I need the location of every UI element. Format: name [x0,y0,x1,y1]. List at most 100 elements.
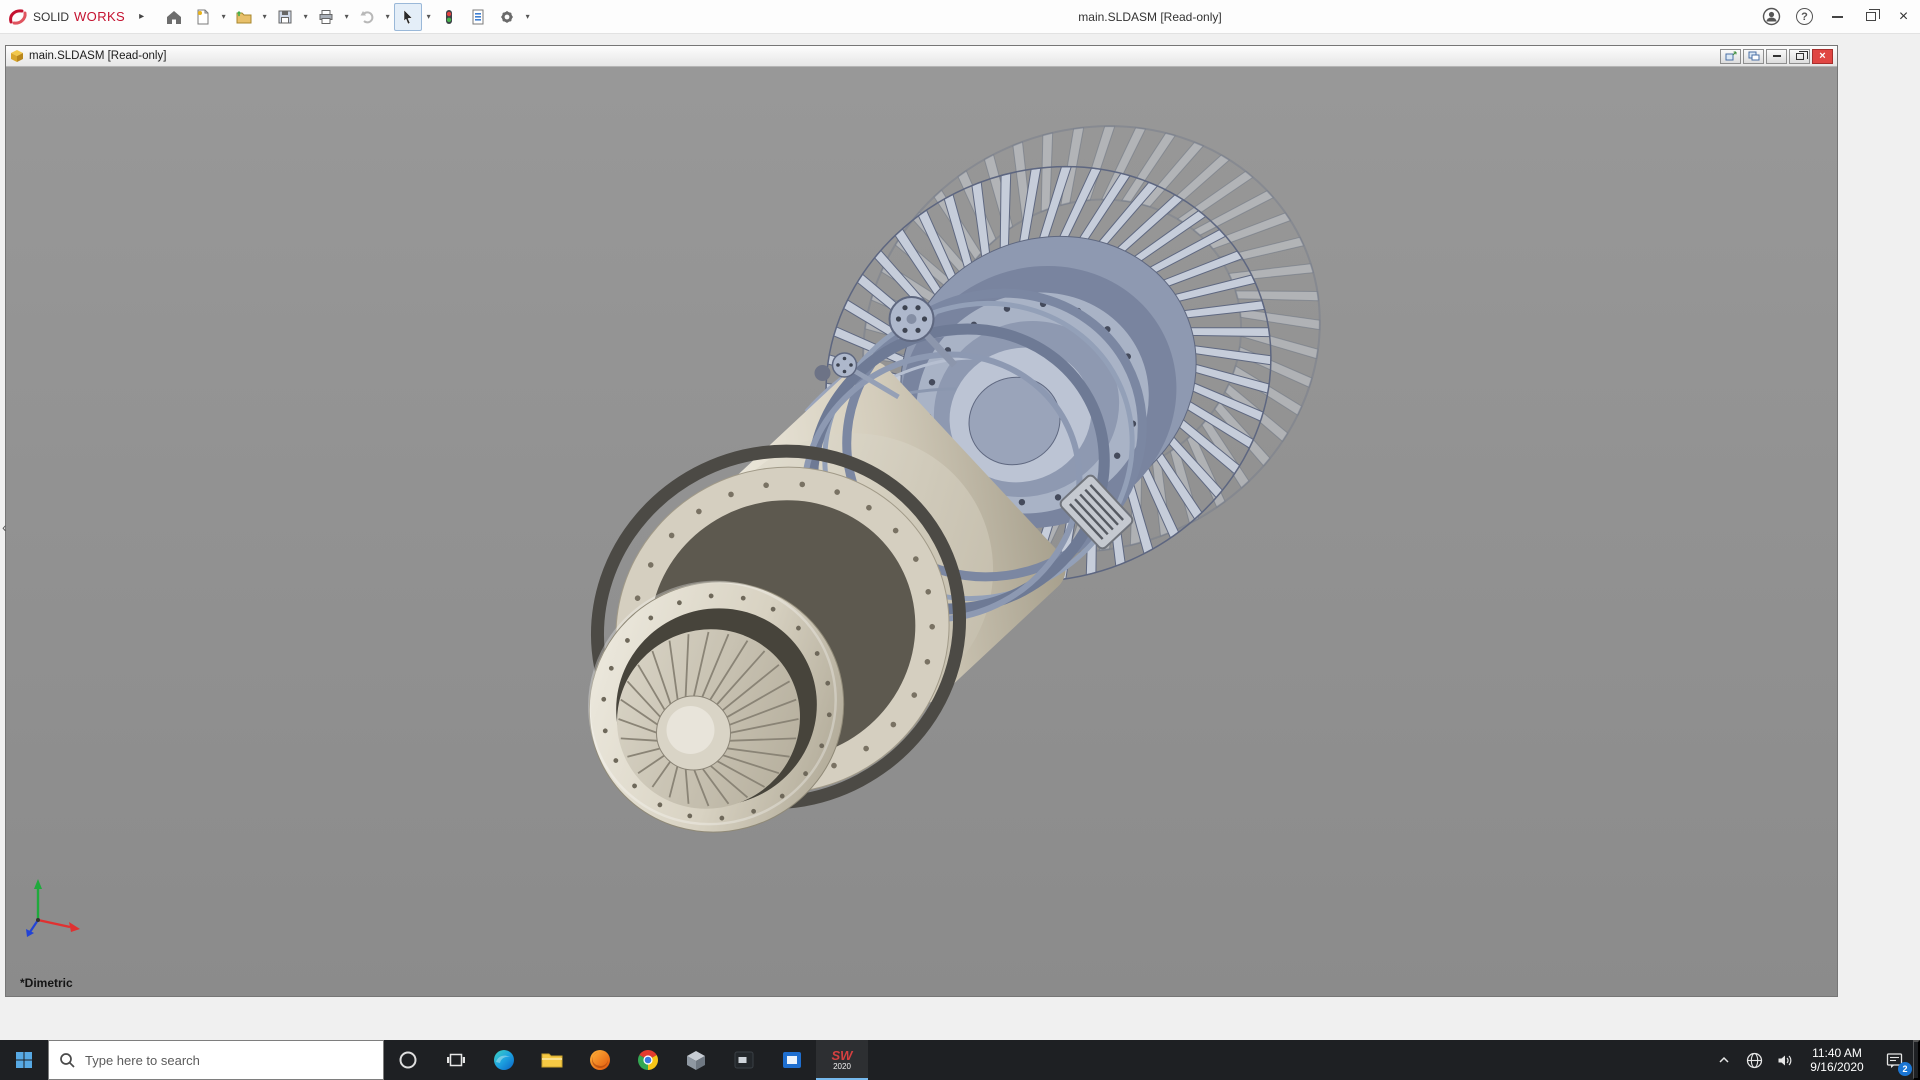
edge-icon [492,1048,516,1072]
firefox-button[interactable] [576,1040,624,1080]
view-orientation-label: *Dimetric [20,976,73,990]
video-app-icon [780,1048,804,1072]
select-tool-button[interactable] [394,3,422,31]
file-properties-icon [469,8,487,26]
help-button[interactable]: ? [1788,0,1821,34]
firefox-icon [588,1048,612,1072]
app-close-button[interactable]: × [1887,0,1920,34]
media-app-icon [732,1048,756,1072]
open-folder-icon [235,8,253,26]
cortana-button[interactable] [384,1040,432,1080]
restore-icon [1866,12,1876,21]
save-icon [276,8,294,26]
print-icon [317,8,335,26]
taskbar-search[interactable] [48,1040,384,1080]
help-icon: ? [1796,8,1813,25]
chrome-button[interactable] [624,1040,672,1080]
network-button[interactable] [1739,1040,1769,1080]
assembly-document-icon [10,49,24,63]
video-app-button[interactable] [768,1040,816,1080]
doc-minimize-button[interactable] [1766,49,1787,64]
menu-expand-button[interactable]: ▸ [133,11,150,22]
desktop: { "app": { "brand": {"solid": "SOLID", "… [0,0,1920,1080]
speaker-icon [1776,1052,1793,1069]
undo-button[interactable] [353,3,381,31]
options-button[interactable] [493,3,521,31]
document-window: main.SLDASM [Read-only] × *Dimetric [5,45,1838,997]
new-document-dropdown[interactable]: ▾ [218,3,229,31]
select-arrow-icon [399,8,417,26]
cortana-icon [398,1050,418,1070]
minimize-icon [1773,55,1781,57]
task-view-button[interactable] [432,1040,480,1080]
main-toolbar: ▾ ▾ ▾ ▾ ▾ ▾ ▾ [160,3,533,31]
minimize-icon [1832,16,1843,18]
document-window-controls: × [1720,49,1833,64]
brand-works: WORKS [74,9,125,24]
solidworks-taskbar-button[interactable]: SW 2020 [816,1040,868,1080]
task-view-icon [446,1050,466,1070]
tray-time: 11:40 AM [1812,1046,1862,1060]
doc-close-button[interactable]: × [1812,49,1833,64]
home-button[interactable] [160,3,188,31]
network-globe-icon [1746,1052,1763,1069]
windows-logo-icon [15,1051,33,1069]
account-button[interactable] [1755,0,1788,34]
print-dropdown[interactable]: ▾ [341,3,352,31]
app-minimize-button[interactable] [1821,0,1854,34]
panel-flyout-chevron-icon[interactable]: ‹ [2,520,7,534]
undo-dropdown[interactable]: ▾ [382,3,393,31]
app-restore-button[interactable] [1854,0,1887,34]
graphics-viewport[interactable]: *Dimetric [6,67,1837,996]
clock[interactable]: 11:40 AM 9/16/2020 [1799,1040,1875,1080]
options-dropdown[interactable]: ▾ [522,3,533,31]
restore-icon [1796,53,1804,60]
document-titlebar[interactable]: main.SLDASM [Read-only] × [6,46,1837,67]
solidworks-mark-icon [8,7,28,27]
print-button[interactable] [312,3,340,31]
app-titlebar: SOLID WORKS ▸ ▾ ▾ ▾ ▾ ▾ ▾ [0,0,1920,34]
cube-app-icon [684,1048,708,1072]
jet-engine-3d-model[interactable] [6,67,1837,996]
search-input[interactable] [85,1053,373,1068]
search-icon [59,1052,76,1069]
file-explorer-button[interactable] [528,1040,576,1080]
file-properties-button[interactable] [464,3,492,31]
solidworks-app-icon: SW [832,1049,853,1062]
open-dropdown[interactable]: ▾ [259,3,270,31]
rebuild-button[interactable] [435,3,463,31]
doc-arrange-button-1[interactable] [1720,49,1741,64]
cube-app-button[interactable] [672,1040,720,1080]
new-document-button[interactable] [189,3,217,31]
solidworks-logo: SOLID WORKS [0,7,133,27]
close-icon: × [1819,51,1825,62]
save-dropdown[interactable]: ▾ [300,3,311,31]
start-button[interactable] [0,1040,48,1080]
volume-button[interactable] [1769,1040,1799,1080]
close-icon: × [1899,9,1908,25]
doc-restore-button[interactable] [1789,49,1810,64]
app-window-controls: ? × [1755,0,1920,34]
action-center-button[interactable]: 2 [1875,1040,1913,1080]
edge-button[interactable] [480,1040,528,1080]
gear-icon [498,8,516,26]
save-button[interactable] [271,3,299,31]
app-window-title: main.SLDASM [Read-only] [1035,10,1265,24]
solidworks-year-label: 2020 [833,1063,851,1071]
notification-badge: 2 [1898,1062,1912,1076]
doc-arrange-button-2[interactable] [1743,49,1764,64]
select-tool-dropdown[interactable]: ▾ [423,3,434,31]
open-button[interactable] [230,3,258,31]
account-icon [1762,7,1781,26]
system-tray: 11:40 AM 9/16/2020 2 [1709,1040,1920,1080]
chevron-up-icon [1717,1053,1731,1067]
rebuild-traffic-icon [440,8,458,26]
document-title: main.SLDASM [Read-only] [29,50,166,62]
brand-solid: SOLID [33,10,69,24]
tray-date: 9/16/2020 [1810,1060,1863,1074]
show-desktop-button[interactable] [1913,1040,1920,1080]
tray-expand-button[interactable] [1709,1040,1739,1080]
window-tile-icon [1748,51,1760,61]
new-document-icon [194,8,212,26]
media-app-button[interactable] [720,1040,768,1080]
